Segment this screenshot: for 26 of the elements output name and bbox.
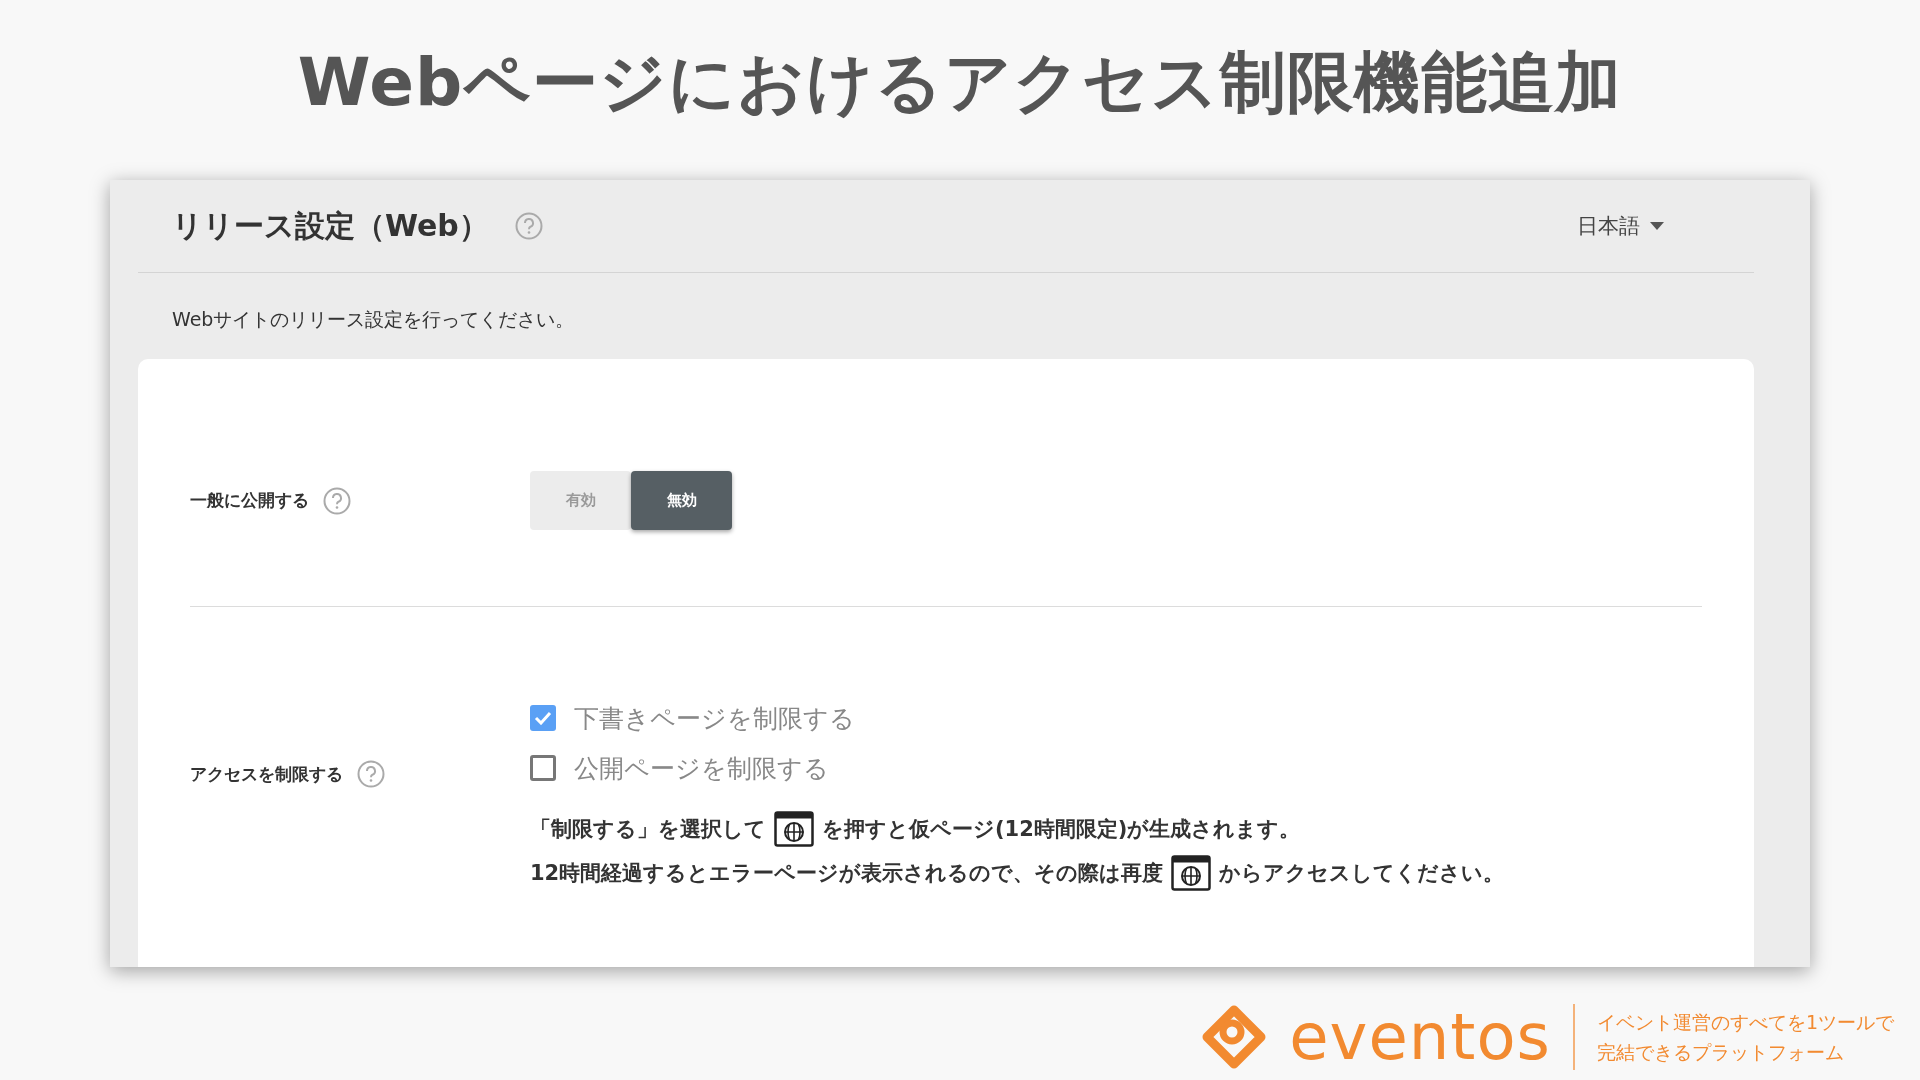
caret-icon [1650,222,1664,230]
slide-title: Webページにおけるアクセス制限機能追加 [297,43,1623,123]
setting-label: アクセスを制限する [190,762,343,786]
setting-label: 一般に公開する [190,489,309,512]
help-icon[interactable] [514,212,543,240]
language-dropdown[interactable]: 日本語 [1577,212,1664,240]
note-text: からアクセスしてください。 [1219,860,1505,887]
checkbox[interactable] [530,705,556,731]
help-icon[interactable] [323,486,351,515]
window-title: リリース設定（Web） [172,206,489,245]
check-icon [534,711,552,725]
logo-icon [1201,1004,1268,1070]
note-text: を押すと仮ページ(12時間限定)が生成されます。 [822,816,1301,843]
brand-name: eventos [1289,1000,1551,1074]
browser-globe-icon [1171,855,1212,891]
checkbox-label: 公開ページを制限する [574,752,829,785]
tagline-text: 完結できるプラットフォーム [1596,1040,1845,1065]
toggle-option[interactable]: 無効 [631,471,732,530]
tagline-text: イベント運営のすべてを1ツールで [1596,1009,1894,1035]
browser-globe-icon [774,811,814,847]
note-text: 12時間経過するとエラーページが表示されるので、その際は再度 [530,860,1164,887]
help-icon[interactable] [357,760,385,788]
checkbox-label: 下書きページを制限する [574,702,855,735]
description-text: Webサイトのリリース設定を行ってください。 [172,307,576,332]
note-text: 「制限する」を選択して [530,816,766,843]
checkbox[interactable] [530,755,556,781]
